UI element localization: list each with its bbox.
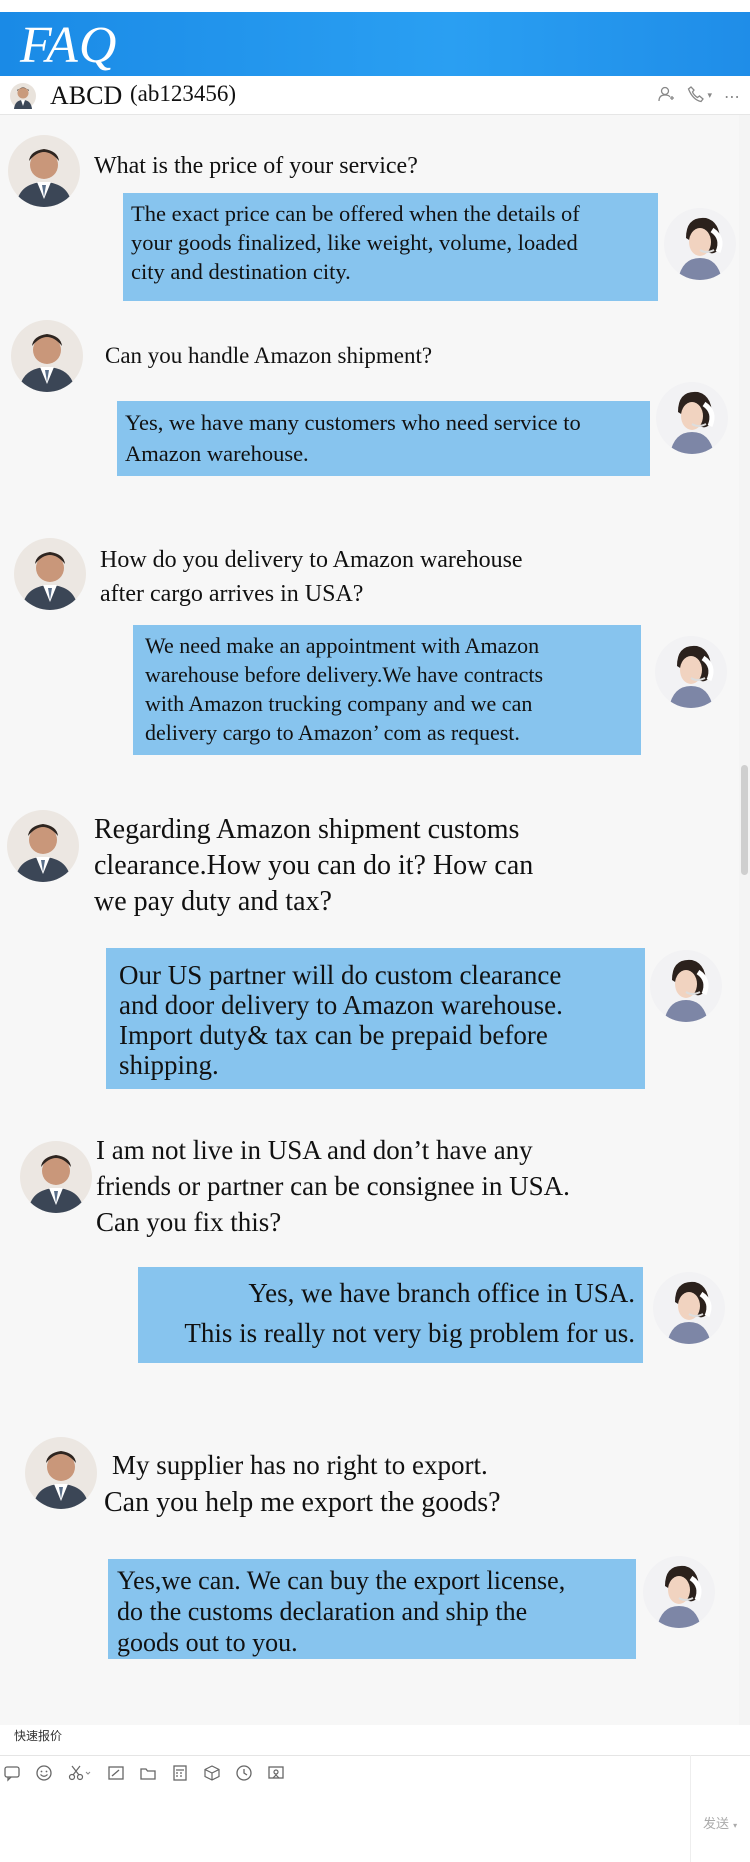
add-contact-icon[interactable] xyxy=(657,85,675,107)
agent-avatar xyxy=(656,382,728,454)
customer-avatar xyxy=(25,1437,97,1509)
composer: 快速报价 发送 ▾ xyxy=(0,1725,750,1862)
customer-question: My supplier has no right to export. Can y… xyxy=(104,1450,501,1518)
scrollbar-thumb[interactable] xyxy=(741,765,748,875)
chat-scrollbar[interactable] xyxy=(739,115,750,1725)
phone-icon[interactable] xyxy=(687,85,705,107)
customer-question: Regarding Amazon shipment customs clearan… xyxy=(94,814,534,917)
image-icon[interactable] xyxy=(266,1763,286,1783)
banner-title: FAQ xyxy=(20,17,118,74)
package-icon[interactable] xyxy=(202,1763,222,1783)
contact-avatar[interactable] xyxy=(10,83,36,109)
agent-answer-bubble: Our US partner will do custom clearance a… xyxy=(106,948,645,1089)
message-input[interactable] xyxy=(0,1789,690,1862)
folder-icon[interactable] xyxy=(138,1763,158,1783)
history-icon[interactable] xyxy=(234,1763,254,1783)
send-button[interactable]: 发送 ▾ xyxy=(703,1813,737,1832)
calculator-icon[interactable] xyxy=(170,1763,190,1783)
screenshot-icon[interactable] xyxy=(106,1763,126,1783)
agent-avatar xyxy=(653,1272,725,1344)
more-icon[interactable]: ⋯ xyxy=(724,87,740,106)
feedback-icon[interactable] xyxy=(2,1763,22,1783)
quick-quote-button[interactable]: 快速报价 xyxy=(14,1727,62,1744)
send-label: 发送 xyxy=(703,1817,730,1832)
agent-answer-bubble: Yes, we have many customers who need ser… xyxy=(117,401,650,476)
faq-banner: FAQ xyxy=(0,12,750,76)
agent-answer-bubble: Yes, we have branch office in USA. This i… xyxy=(138,1267,643,1363)
agent-avatar xyxy=(650,950,722,1022)
customer-question: I am not live in USA and don’t have any f… xyxy=(96,1135,570,1237)
agent-avatar xyxy=(643,1556,715,1628)
agent-avatar xyxy=(664,208,736,280)
agent-answer-bubble: Yes,we can. We can buy the export licens… xyxy=(108,1559,636,1659)
chat-header: ABCD (ab123456) ▾ ⋯ xyxy=(0,76,750,115)
customer-question: What is the price of your service? xyxy=(94,153,418,179)
contact-id: (ab123456) xyxy=(130,81,237,106)
dropdown-icon[interactable]: ▾ xyxy=(707,91,712,101)
agent-avatar xyxy=(655,636,727,708)
customer-question: Can you handle Amazon shipment? xyxy=(105,343,433,368)
customer-avatar xyxy=(7,810,79,882)
contact-name: ABCD xyxy=(50,81,123,110)
customer-avatar xyxy=(11,320,83,392)
composer-toolbar xyxy=(0,1755,750,1789)
customer-question: How do you delivery to Amazon warehouse a… xyxy=(100,547,523,607)
agent-answer-bubble: We need make an appointment with Amazon w… xyxy=(133,625,641,755)
send-area: 发送 ▾ xyxy=(690,1755,750,1862)
customer-avatar xyxy=(14,538,86,610)
customer-avatar xyxy=(20,1141,92,1213)
emoji-icon[interactable] xyxy=(34,1763,54,1783)
send-dropdown-icon[interactable]: ▾ xyxy=(733,1821,737,1830)
agent-answer-bubble: The exact price can be offered when the … xyxy=(123,193,658,301)
scissors-icon[interactable] xyxy=(66,1763,94,1783)
customer-avatar xyxy=(8,135,80,207)
